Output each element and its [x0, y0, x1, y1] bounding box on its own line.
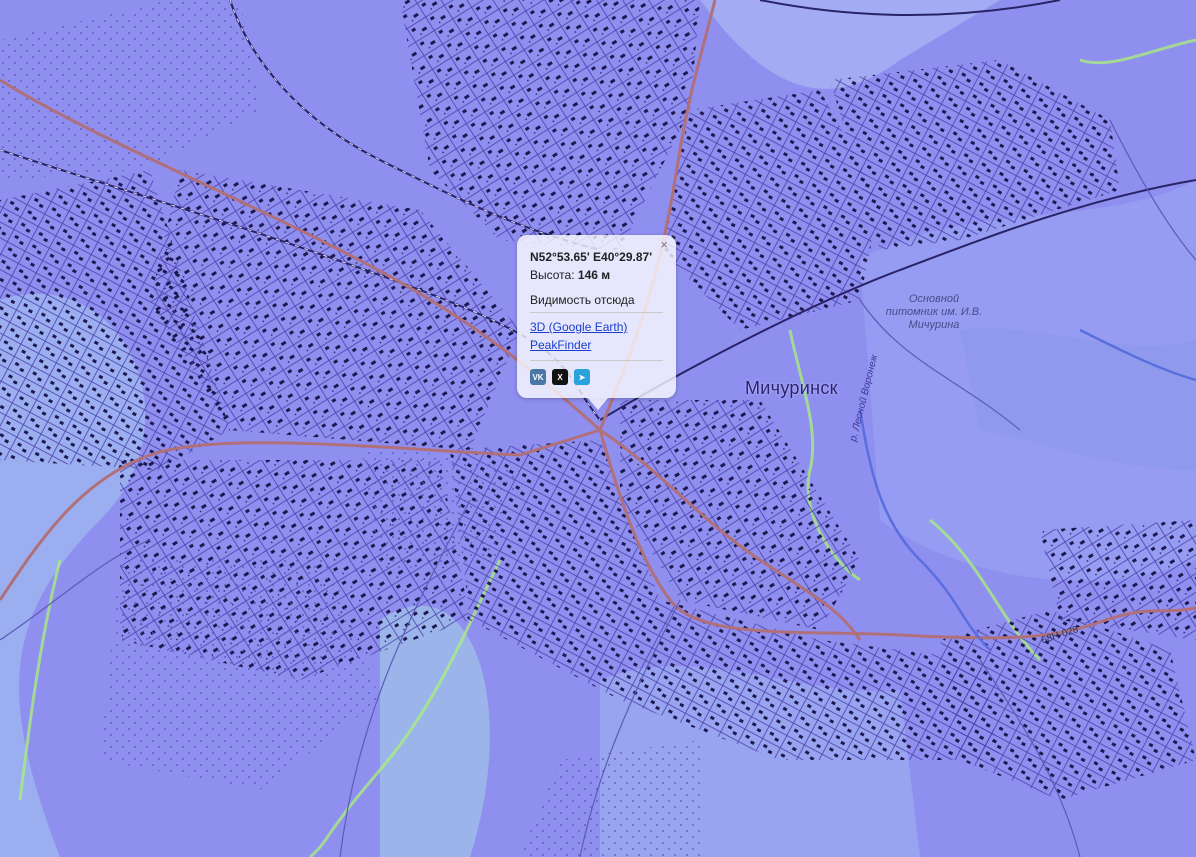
park-label: Основной питомник им. И.В. Мичурина	[885, 293, 983, 331]
altitude-label: Высота:	[530, 268, 575, 282]
city-label: Мичуринск	[745, 378, 838, 398]
close-icon[interactable]: ×	[660, 238, 668, 252]
peakfinder-link[interactable]: PeakFinder	[530, 336, 663, 354]
telegram-icon[interactable]: ➤	[574, 369, 590, 385]
map-canvas[interactable]	[0, 0, 1196, 857]
altitude-value: 146 м	[577, 268, 611, 282]
popup-divider	[530, 312, 663, 313]
share-buttons: VK X ➤	[530, 369, 663, 385]
vk-icon[interactable]: VK	[530, 369, 546, 385]
location-popup: × N52°53.65' E40°29.87' Высота: 146 м Ви…	[517, 235, 676, 410]
popup-divider	[530, 360, 663, 361]
popup-pointer	[588, 398, 608, 410]
google-earth-link[interactable]: 3D (Google Earth)	[530, 318, 663, 336]
x-twitter-icon[interactable]: X	[552, 369, 568, 385]
altitude-row: Высота: 146 м	[530, 266, 663, 284]
coordinates-text: N52°53.65' E40°29.87'	[530, 250, 653, 264]
visibility-label: Видимость отсюда	[530, 293, 635, 307]
